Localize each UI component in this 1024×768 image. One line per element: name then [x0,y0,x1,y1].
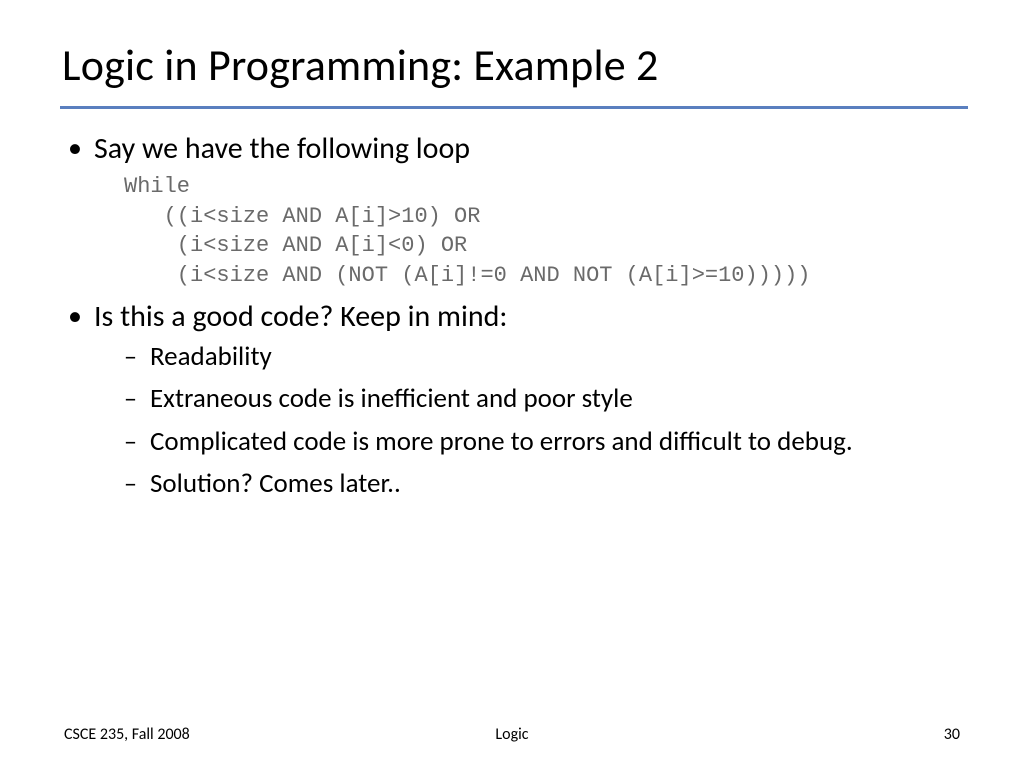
title-rule [60,106,968,109]
slide-title: Logic in Programming: Example 2 [62,38,964,92]
sub-bullet-item: Extraneous code is inefficient and poor … [122,382,964,417]
sub-bullet-item: Complicated code is more prone to errors… [122,425,964,460]
code-block: While ((i<size AND A[i]>10) OR (i<size A… [124,172,964,292]
sub-bullet-item: Solution? Comes later.. [122,467,964,502]
bullet-text: Say we have the following loop [94,130,470,167]
bullet-item: Say we have the following loop While ((i… [64,131,964,291]
footer-left: CSCE 235, Fall 2008 [64,725,190,744]
bullet-item: Is this a good code? Keep in mind: Reada… [64,299,964,502]
sub-bullet-item: Readability [122,340,964,375]
bullet-text: Is this a good code? Keep in mind: [94,298,507,335]
sub-bullet-list: Readability Extraneous code is inefficie… [94,340,964,502]
bullet-list: Say we have the following loop While ((i… [64,131,964,502]
slide: Logic in Programming: Example 2 Say we h… [0,0,1024,768]
slide-footer: CSCE 235, Fall 2008 Logic 30 [0,725,1024,744]
footer-page-number: 30 [944,725,960,744]
